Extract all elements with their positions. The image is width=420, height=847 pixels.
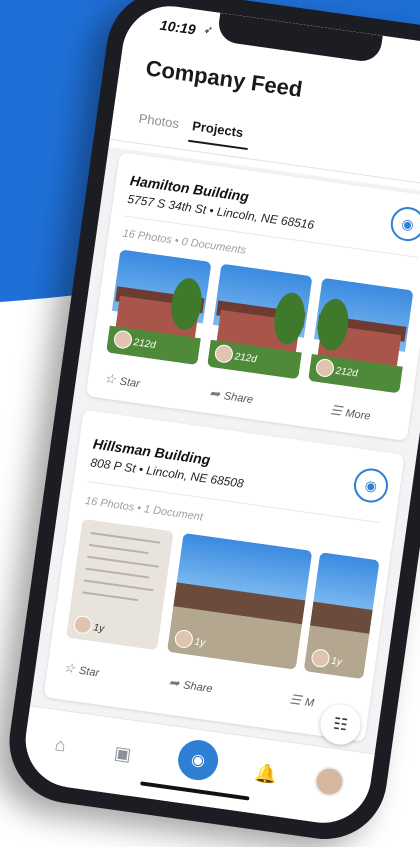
camera-icon[interactable]: ◉ bbox=[388, 204, 420, 244]
home-icon[interactable]: ⌂ bbox=[53, 734, 68, 756]
photo-thumbnail[interactable]: 212d bbox=[308, 277, 414, 394]
star-button[interactable]: ☆ Star bbox=[63, 660, 101, 681]
project-counts: 16 Photos • 1 Document bbox=[84, 494, 204, 524]
star-icon: ☆ bbox=[62, 659, 77, 677]
document-thumbnail[interactable]: 1y bbox=[65, 518, 174, 651]
project-card-hillsman[interactable]: Hillsman Building 808 P St • Lincoln, NE… bbox=[43, 409, 405, 743]
camera-icon[interactable]: ◉ bbox=[351, 466, 391, 505]
photo-thumbnail[interactable]: 1y bbox=[303, 552, 380, 680]
share-button[interactable]: ➦ Share bbox=[208, 385, 254, 407]
share-icon: ➦ bbox=[167, 674, 181, 691]
menu-lines-icon: ☰ bbox=[288, 691, 303, 708]
share-button[interactable]: ➦ Share bbox=[168, 674, 214, 696]
location-arrow-icon: ➶ bbox=[202, 23, 214, 38]
photo-thumbnail[interactable]: 1y bbox=[166, 532, 313, 670]
photo-thumbnail[interactable]: 212d bbox=[207, 263, 313, 380]
camera-icon: ◉ bbox=[189, 751, 207, 770]
photo-age: 1y bbox=[193, 636, 206, 649]
more-button[interactable]: ☰ M bbox=[288, 691, 315, 710]
star-button[interactable]: ☆ Star bbox=[103, 370, 141, 391]
photo-age: 1y bbox=[92, 622, 105, 635]
project-card-hamilton[interactable]: Hamilton Building 5757 S 34th St • Linco… bbox=[85, 152, 420, 442]
star-icon: ☆ bbox=[103, 370, 118, 387]
camera-button[interactable]: ◉ bbox=[175, 737, 221, 783]
avatar[interactable] bbox=[312, 764, 347, 799]
more-button[interactable]: ☰ More bbox=[329, 402, 372, 424]
share-icon: ➦ bbox=[208, 385, 222, 402]
menu-lines-icon: ☰ bbox=[329, 402, 343, 419]
bell-icon[interactable]: 🔔 bbox=[253, 762, 279, 786]
gallery-icon[interactable]: ▣ bbox=[113, 742, 133, 765]
sliders-icon: ☷ bbox=[332, 715, 349, 735]
photo-thumbnail[interactable]: 212d bbox=[105, 249, 212, 366]
photo-age: 1y bbox=[330, 655, 343, 669]
